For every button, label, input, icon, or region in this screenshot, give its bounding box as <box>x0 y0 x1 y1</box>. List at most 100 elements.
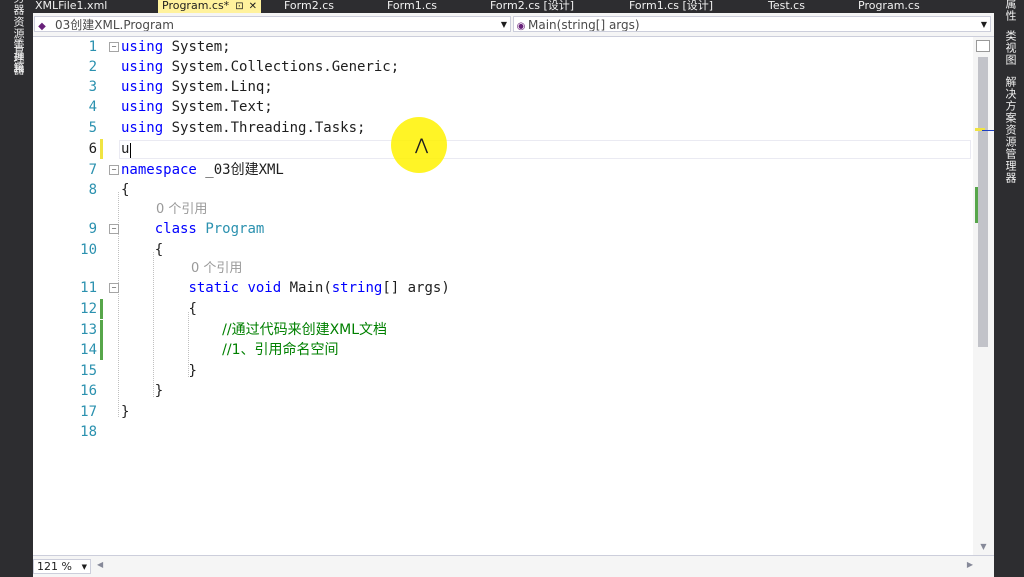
code-token: System; <box>163 39 231 55</box>
chevron-down-icon: ▼ <box>81 563 87 571</box>
member-selector-dropdown[interactable]: ◉ Main(string[] args) ▼ <box>513 16 991 32</box>
saved-change-marker <box>100 340 103 360</box>
class-selector-value: _03创建XML.Program <box>49 18 174 32</box>
collapse-icon[interactable]: − <box>109 42 119 52</box>
keyword: using <box>121 39 164 55</box>
code-lens-references[interactable]: 0 个引用 <box>156 201 207 219</box>
code-lens-references[interactable]: 0 个引用 <box>191 260 242 278</box>
ibeam-cursor-icon: ⋀ <box>415 135 429 154</box>
code-text: } <box>121 381 163 401</box>
code-comment: //1、引用命名空间 <box>222 342 339 358</box>
pin-icon[interactable]: ⊡ <box>235 1 243 12</box>
keyword: using <box>121 120 164 136</box>
code-text: //1、引用命名空间 <box>121 340 339 360</box>
line-number: 2 <box>88 59 97 75</box>
tab-xmlfile1[interactable]: XMLFile1.xml <box>35 0 107 13</box>
collapse-icon[interactable]: − <box>109 224 119 234</box>
properties-tab[interactable]: 属性 <box>1002 0 1018 22</box>
type-name: Program <box>205 221 265 237</box>
tab-form2-cs[interactable]: Form2.cs <box>284 0 334 13</box>
document-tab-bar: XMLFile1.xml Program.cs* ⊡ ✕ Form2.cs Form… <box>33 0 994 13</box>
class-view-tab[interactable]: 类视图 <box>1002 30 1018 66</box>
code-token: { <box>154 242 164 258</box>
navigation-bar: ◆ _03创建XML.Program ▼ ◉ Main(string[] args)… <box>33 13 994 37</box>
tab-form1-cs[interactable]: Form1.cs <box>387 0 437 13</box>
chevron-down-icon: ▼ <box>500 20 507 29</box>
code-token: } <box>154 383 164 399</box>
scroll-right-icon[interactable]: ▶ <box>967 560 973 569</box>
code-line: 16 } <box>33 381 973 401</box>
tab-program-cs-active[interactable]: Program.cs* ⊡ ✕ <box>158 0 261 13</box>
code-token: } <box>121 404 130 420</box>
code-editor[interactable]: 1 − using System; 2 using System.Collect… <box>33 37 973 555</box>
scroll-left-icon[interactable]: ◀ <box>97 560 103 569</box>
method-icon: ◉ <box>516 21 526 32</box>
tab-label: XMLFile1.xml <box>35 0 108 12</box>
tab-form1-design[interactable]: Form1.cs [设计] <box>629 0 713 13</box>
keyword: string <box>331 280 383 296</box>
right-tool-strip: 属性 类视图 解决方案资源管理器 <box>994 0 1024 576</box>
vertical-scrollbar[interactable]: ▼ <box>973 37 994 555</box>
toolbox-tab[interactable]: 工具箱 <box>10 38 26 74</box>
keyword: class <box>154 221 197 237</box>
tab-test-cs[interactable]: Test.cs <box>768 0 805 13</box>
code-token: System.Linq; <box>163 79 273 95</box>
code-line-current: 6 u <box>33 139 973 159</box>
class-icon: ◆ <box>38 21 46 32</box>
code-text: { <box>121 240 163 260</box>
code-text: } <box>121 402 129 422</box>
code-token: { <box>121 182 130 198</box>
code-line: 17 } <box>33 402 973 422</box>
code-line: 12 { <box>33 299 973 319</box>
tab-label: Program.cs <box>858 0 920 12</box>
class-selector-dropdown[interactable]: ◆ _03创建XML.Program ▼ <box>34 16 511 32</box>
collapse-icon[interactable]: − <box>109 165 119 175</box>
code-text: class Program <box>121 219 265 239</box>
tab-label: Form1.cs <box>387 0 437 12</box>
code-line: 18 <box>33 422 973 442</box>
collapse-icon[interactable]: − <box>109 283 119 293</box>
split-window-icon[interactable] <box>976 40 990 52</box>
tab-form2-design[interactable]: Form2.cs [设计] <box>490 0 574 13</box>
line-number: 1 <box>88 39 97 55</box>
keyword: static <box>188 280 240 296</box>
unsaved-change-marker <box>100 139 103 159</box>
keyword: namespace <box>121 162 197 178</box>
line-number: 5 <box>88 120 97 136</box>
solution-explorer-tab[interactable]: 解决方案资源管理器 <box>1002 76 1018 184</box>
code-token: { <box>188 301 197 317</box>
text-caret <box>130 143 131 158</box>
line-number: 7 <box>88 162 97 178</box>
code-line: 8 { <box>33 180 973 200</box>
tab-label: Form2.cs <box>284 0 334 12</box>
code-text: using System.Text; <box>121 97 273 117</box>
code-line: 3 using System.Linq; <box>33 77 973 97</box>
code-line: 1 − using System; <box>33 37 973 57</box>
line-number: 4 <box>88 99 97 115</box>
code-text: using System.Linq; <box>121 77 273 97</box>
line-number: 3 <box>88 79 97 95</box>
left-tool-strip: 服务器资源管理器 工具箱 <box>0 0 33 576</box>
line-number: 17 <box>80 404 97 420</box>
horizontal-scrollbar[interactable]: ◀ ▶ <box>95 560 973 573</box>
line-number: 15 <box>80 363 97 379</box>
code-line: 13 //通过代码来创建XML文档 <box>33 320 973 340</box>
code-line: 4 using System.Text; <box>33 97 973 117</box>
code-token: System.Collections.Generic; <box>163 59 400 75</box>
change-marker-saved <box>975 187 978 223</box>
line-number: 14 <box>80 342 97 358</box>
chevron-down-icon: ▼ <box>980 20 987 29</box>
zoom-dropdown[interactable]: 121 % ▼ <box>33 559 91 574</box>
code-text: using System; <box>121 37 231 57</box>
tab-program-cs[interactable]: Program.cs <box>858 0 920 13</box>
scrollbar-thumb[interactable] <box>978 57 988 347</box>
keyword: using <box>121 79 164 95</box>
scroll-down-icon[interactable]: ▼ <box>973 542 994 551</box>
code-token: System.Text; <box>163 99 273 115</box>
close-icon[interactable]: ✕ <box>249 1 257 12</box>
code-line: 10 { <box>33 240 973 260</box>
caret-position-marker <box>982 130 994 131</box>
code-text: } <box>121 361 196 381</box>
code-line: 7 − namespace _03创建XML <box>33 160 973 180</box>
code-text: static void Main(string[] args) <box>121 278 449 298</box>
